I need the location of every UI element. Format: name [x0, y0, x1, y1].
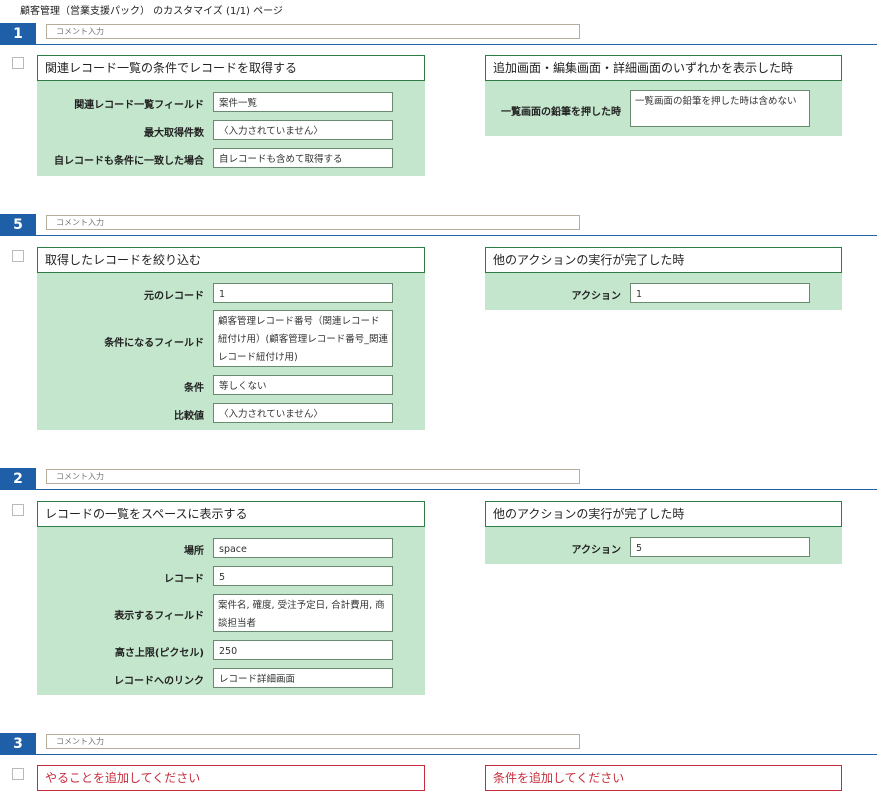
- action-card-title[interactable]: レコードの一覧をスペースに表示する: [37, 501, 425, 527]
- page-title: 顧客管理（営業支援パック） のカスタマイズ (1/1) ページ: [20, 6, 283, 17]
- condition-card-body: 一覧画面の鉛筆を押した時 一覧画面の鉛筆を押した時は含めない: [485, 81, 842, 136]
- step-divider: [36, 44, 877, 45]
- field-label: 場所: [184, 546, 204, 557]
- field-value[interactable]: space: [213, 538, 393, 558]
- step-divider: [36, 235, 877, 236]
- field-value[interactable]: 案件一覧: [213, 92, 393, 112]
- field-label: レコードへのリンク: [114, 676, 204, 687]
- field-label: 条件になるフィールド: [104, 338, 204, 349]
- action-card-body: 関連レコード一覧フィールド 案件一覧 最大取得件数 〈入力されていません〉 自レ…: [37, 81, 425, 176]
- field-value[interactable]: 一覧画面の鉛筆を押した時は含めない: [630, 90, 810, 127]
- comment-input[interactable]: [46, 469, 580, 484]
- action-card-title[interactable]: 関連レコード一覧の条件でレコードを取得する: [37, 55, 425, 81]
- field-label: アクション: [571, 545, 622, 556]
- field-label: 関連レコード一覧フィールド: [74, 100, 204, 111]
- action-card-title[interactable]: 取得したレコードを絞り込む: [37, 247, 425, 273]
- field-label: 最大取得件数: [144, 128, 204, 139]
- field-label: アクション: [571, 291, 622, 302]
- field-label: 高さ上限(ピクセル): [114, 648, 204, 659]
- condition-card-title[interactable]: 追加画面・編集画面・詳細画面のいずれかを表示した時: [485, 55, 842, 81]
- field-value[interactable]: 250: [213, 640, 393, 660]
- field-value[interactable]: 自レコードも含めて取得する: [213, 148, 393, 168]
- field-value[interactable]: 顧客管理レコード番号（関連レコード紐付け用）(顧客管理レコード番号_関連レコード…: [213, 310, 393, 367]
- step-number: 5: [0, 214, 36, 236]
- comment-input[interactable]: [46, 24, 580, 39]
- step-checkbox[interactable]: [12, 57, 24, 69]
- action-card-body: 場所 space レコード 5 表示するフィールド 案件名, 確度, 受注予定日…: [37, 527, 425, 695]
- condition-card-body: アクション 1: [485, 273, 842, 310]
- comment-input[interactable]: [46, 215, 580, 230]
- condition-card-title[interactable]: 他のアクションの実行が完了した時: [485, 247, 842, 273]
- step-divider: [36, 489, 877, 490]
- condition-card-title[interactable]: 他のアクションの実行が完了した時: [485, 501, 842, 527]
- add-action-placeholder[interactable]: やることを追加してください: [37, 765, 425, 791]
- field-label: 元のレコード: [144, 291, 204, 302]
- action-card-body: 元のレコード 1 条件になるフィールド 顧客管理レコード番号（関連レコード紐付け…: [37, 273, 425, 430]
- field-value[interactable]: 5: [213, 566, 393, 586]
- field-value[interactable]: 〈入力されていません〉: [213, 120, 393, 140]
- field-value[interactable]: レコード詳細画面: [213, 668, 393, 688]
- step-block: 3 やることを追加してください 条件を追加してください: [0, 733, 877, 803]
- step-number: 1: [0, 23, 36, 45]
- field-value[interactable]: 1: [630, 283, 810, 303]
- field-label: 条件: [184, 383, 204, 394]
- step-number: 2: [0, 468, 36, 490]
- step-block: 1 関連レコード一覧の条件でレコードを取得する 関連レコード一覧フィールド 案件…: [0, 23, 877, 183]
- condition-card-body: アクション 5: [485, 527, 842, 564]
- field-label: 自レコードも条件に一致した場合: [54, 156, 204, 167]
- field-value[interactable]: 等しくない: [213, 375, 393, 395]
- step-checkbox[interactable]: [12, 768, 24, 780]
- step-block: 5 取得したレコードを絞り込む 元のレコード 1 条件になるフィールド 顧客管理…: [0, 214, 877, 434]
- step-number: 3: [0, 733, 36, 755]
- field-value[interactable]: 1: [213, 283, 393, 303]
- field-value[interactable]: 5: [630, 537, 810, 557]
- step-divider: [36, 754, 877, 755]
- step-checkbox[interactable]: [12, 504, 24, 516]
- field-value[interactable]: 〈入力されていません〉: [213, 403, 393, 423]
- add-condition-placeholder[interactable]: 条件を追加してください: [485, 765, 842, 791]
- step-checkbox[interactable]: [12, 250, 24, 262]
- field-label: 一覧画面の鉛筆を押した時: [501, 107, 621, 118]
- field-label: 比較値: [174, 411, 204, 422]
- field-value[interactable]: 案件名, 確度, 受注予定日, 合計費用, 商談担当者: [213, 594, 393, 632]
- field-label: レコード: [164, 574, 204, 585]
- field-label: 表示するフィールド: [114, 611, 204, 622]
- step-block: 2 レコードの一覧をスペースに表示する 場所 space レコード 5 表示する…: [0, 468, 877, 698]
- comment-input[interactable]: [46, 734, 580, 749]
